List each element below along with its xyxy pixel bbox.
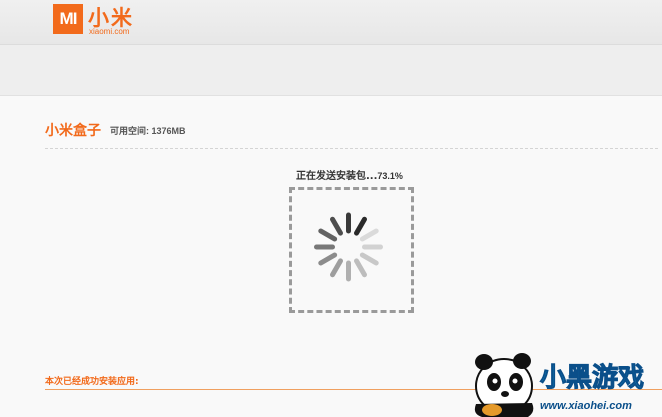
spinner-tick — [359, 228, 379, 242]
available-space-value: 1376MB — [151, 126, 186, 136]
watermark-url: www.xiaohei.com — [540, 400, 632, 412]
progress-percent: 73.1% — [377, 171, 403, 181]
available-space: 可用空间: 1376MB — [110, 124, 186, 137]
progress-status-text: 正在发送安装包... — [296, 171, 378, 182]
progress-box — [289, 187, 414, 313]
loading-spinner-icon — [314, 212, 383, 282]
mi-logo-icon[interactable]: MI — [53, 4, 83, 34]
installed-apps-label: 本次已经成功安装应用: — [45, 377, 139, 387]
spinner-tick — [330, 216, 343, 236]
toolbar-area — [0, 45, 662, 96]
spinner-tick — [354, 216, 367, 236]
watermark-wordmark: 小黑游戏 www.xiaohei.com — [540, 363, 645, 413]
watermark-title: 小黑游戏 — [540, 363, 644, 393]
spinner-tick — [318, 228, 338, 242]
spinner-tick — [330, 258, 343, 278]
device-title: 小米盒子 — [45, 123, 101, 139]
header-bar: MI 小米 xiaomi.com — [0, 0, 662, 45]
section-divider — [45, 148, 658, 149]
brand-domain: xiaomi.com — [89, 27, 130, 36]
spinner-tick — [354, 258, 367, 278]
spinner-tick — [318, 252, 338, 266]
available-space-label: 可用空间: — [110, 126, 149, 136]
progress-status: 正在发送安装包...73.1% — [296, 167, 403, 182]
spinner-tick — [359, 252, 379, 266]
panda-mascot-icon: 小黑游戏 www.xiaohei.com — [474, 353, 645, 417]
